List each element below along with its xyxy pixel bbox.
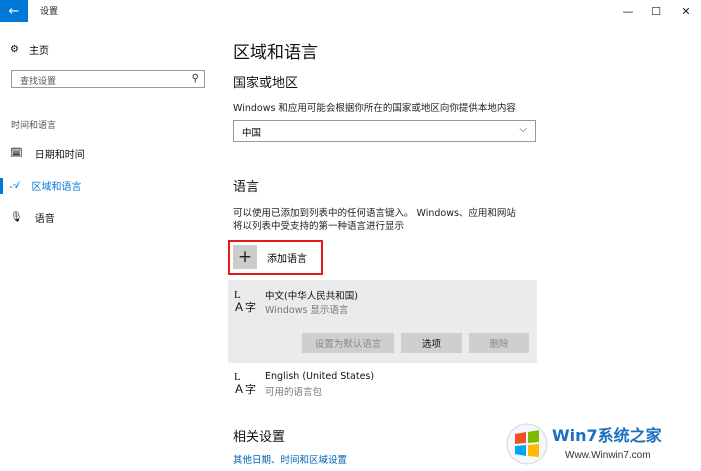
country-heading: 国家或地区 <box>233 76 299 91</box>
maximize-button[interactable]: ☐ <box>642 2 670 20</box>
close-button[interactable]: ✕ <box>672 2 700 20</box>
sidebar-home[interactable]: ⚙ 主页 <box>10 42 49 57</box>
sidebar-item-date-time[interactable]: 🗓 日期和时间 <box>10 146 85 161</box>
calendar-clock-icon: 🗓 <box>10 148 23 159</box>
language-name[interactable]: English (United States) <box>265 371 374 382</box>
country-select[interactable]: 中国 ⌵ <box>233 120 536 142</box>
svg-text:A: A <box>235 382 243 395</box>
maximize-icon: ☐ <box>651 4 661 18</box>
watermark-url: Www.Winwin7.com <box>565 450 651 461</box>
remove-button[interactable]: 删除 <box>469 333 529 353</box>
language-status: Windows 显示语言 <box>265 305 349 316</box>
set-default-button[interactable]: 设置为默认语言 <box>302 333 394 353</box>
active-indicator <box>0 178 3 194</box>
sidebar-item-label: 日期和时间 <box>34 150 85 161</box>
watermark-text: Win7系统之家 <box>552 426 662 445</box>
window-title: 设置 <box>40 7 59 17</box>
svg-text:字: 字 <box>245 382 256 395</box>
sidebar-item-label: 语音 <box>34 214 55 225</box>
language-description-line2: 将以列表中受支持的第一种语言进行显示 <box>233 221 405 232</box>
svg-text:字: 字 <box>245 300 256 313</box>
minimize-icon: — <box>622 4 634 18</box>
search-input[interactable]: 查找设置 ⚲ <box>11 70 205 88</box>
sidebar-item-region-language[interactable]: 𝒜 区域和语言 <box>10 178 81 193</box>
sidebar-item-speech[interactable]: 🎙 语音 <box>10 210 55 225</box>
language-name: 中文(中华人民共和国) <box>265 291 358 302</box>
microphone-icon: 🎙 <box>10 212 23 223</box>
sidebar-item-label: 区域和语言 <box>31 182 82 193</box>
country-select-value: 中国 <box>242 128 262 139</box>
svg-text:A: A <box>235 300 243 313</box>
close-icon: ✕ <box>681 4 691 18</box>
sidebar-section-title: 时间和语言 <box>11 121 57 131</box>
related-settings-link[interactable]: 其他日期、时间和区域设置 <box>233 452 347 466</box>
chevron-down-icon: ⌵ <box>519 124 527 135</box>
minimize-button[interactable]: — <box>614 2 642 20</box>
gear-icon: ⚙ <box>10 44 19 55</box>
related-settings-heading: 相关设置 <box>233 430 286 445</box>
highlight-box <box>228 240 323 275</box>
language-heading: 语言 <box>233 180 260 195</box>
back-arrow-icon: ← <box>8 3 20 19</box>
language-icon: L A 字 <box>234 371 256 395</box>
watermark: Win7系统之家 Www.Winwin7.com <box>505 418 701 471</box>
country-description: Windows 和应用可能会根据你所在的国家或地区向你提供本地内容 <box>233 103 516 114</box>
back-button[interactable]: ← <box>0 0 28 22</box>
options-button[interactable]: 选项 <box>401 333 462 353</box>
windows-logo-icon <box>506 423 548 465</box>
language-description-line1: 可以使用已添加到列表中的任何语言键入。 Windows、应用和网站 <box>233 208 516 219</box>
language-status: 可用的语言包 <box>265 387 323 398</box>
sidebar-home-label: 主页 <box>28 46 49 57</box>
region-language-icon: 𝒜 <box>10 180 20 191</box>
language-description: 可以使用已添加到列表中的任何语言键入。 Windows、应用和网站 将以列表中受… <box>233 207 516 233</box>
language-icon: L A 字 <box>234 289 256 313</box>
search-icon: ⚲ <box>191 73 199 84</box>
search-placeholder: 查找设置 <box>20 77 57 87</box>
page-title: 区域和语言 <box>233 43 318 63</box>
